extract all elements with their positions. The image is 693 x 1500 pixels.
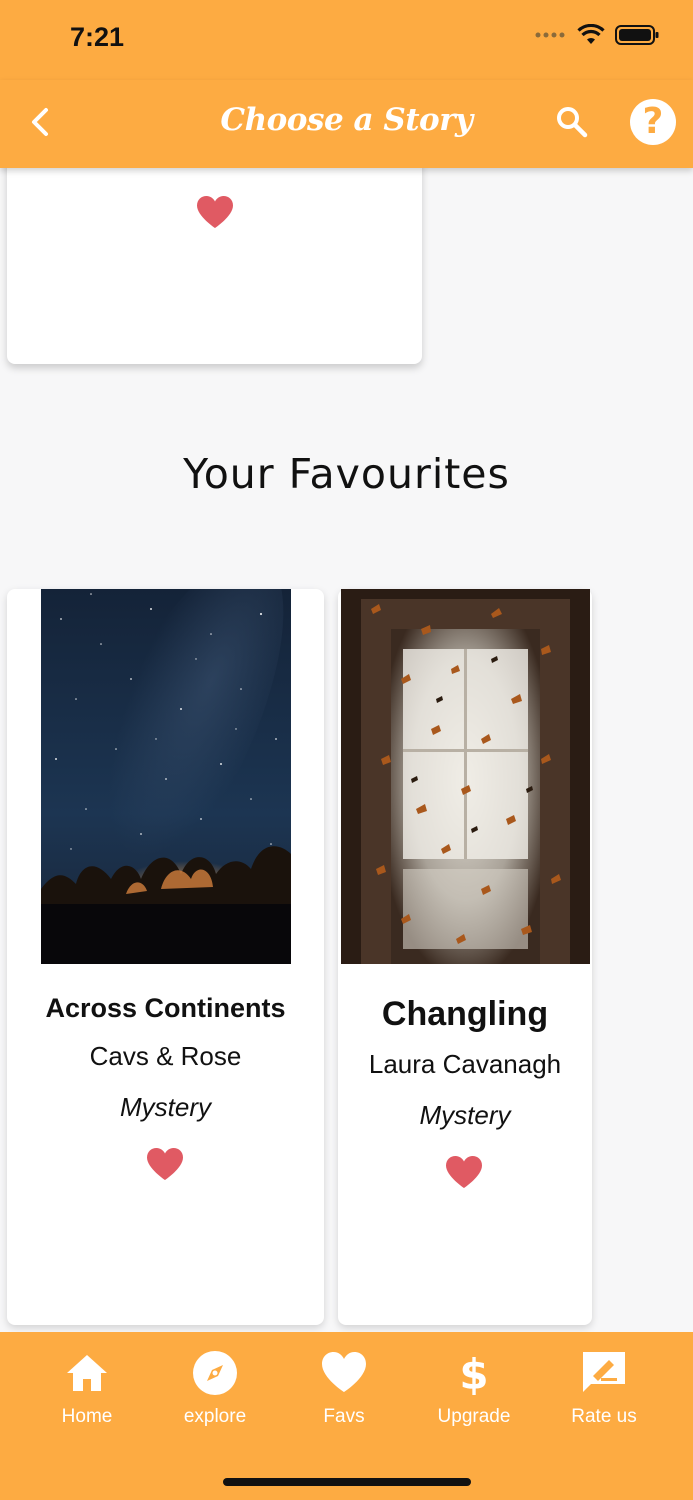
favourite-card[interactable]: Changling Laura Cavanagh Mystery (338, 589, 592, 1325)
story-author: Cavs & Rose (89, 1041, 242, 1071)
signal-icon (535, 32, 565, 38)
status-bar: 7:21 (0, 0, 693, 80)
question-mark-icon: ? (642, 101, 664, 142)
wifi-icon (577, 24, 605, 44)
home-icon (67, 1355, 107, 1391)
heart-icon[interactable] (445, 1155, 483, 1189)
status-icons (535, 24, 659, 46)
dollar-icon: $ (459, 1350, 488, 1396)
story-card[interactable] (7, 150, 422, 364)
help-button[interactable]: ? (630, 99, 676, 145)
compass-icon (193, 1351, 237, 1395)
tab-label: Favs (323, 1406, 365, 1427)
favourite-card[interactable]: Across Continents Cavs & Rose Mystery (7, 589, 324, 1325)
cover-image (41, 589, 291, 964)
story-genre: Mystery (120, 1092, 211, 1122)
status-time: 7:21 (70, 22, 125, 52)
tab-label: Home (61, 1406, 113, 1427)
home-indicator (223, 1478, 471, 1486)
tab-bar: Home explore Favs $ Upgrade Rate us (0, 1332, 693, 1500)
tab-upgrade[interactable]: $ Upgrade (414, 1350, 534, 1428)
story-title: Changling (381, 995, 549, 1033)
tab-label: Rate us (571, 1406, 637, 1427)
story-title: Across Continents (45, 993, 286, 1023)
butterflies-doorway-image (341, 589, 590, 964)
battery-icon (615, 25, 659, 45)
heart-icon[interactable] (196, 195, 234, 229)
nav-bar: Choose a Story ? (0, 80, 693, 168)
cover-image (341, 589, 590, 964)
tab-explore[interactable]: explore (155, 1350, 275, 1428)
tab-label: explore (183, 1406, 247, 1427)
heart-icon (322, 1352, 366, 1392)
story-genre: Mystery (419, 1100, 511, 1130)
svg-text:$: $ (459, 1350, 488, 1396)
tab-rate-us[interactable]: Rate us (544, 1350, 664, 1428)
tab-favs[interactable]: Favs (284, 1350, 404, 1428)
story-author: Laura Cavanagh (368, 1049, 562, 1079)
section-title: Your Favourites (183, 450, 510, 498)
tab-label: Upgrade (437, 1406, 511, 1427)
search-icon (557, 107, 588, 138)
starry-night-sky-image (41, 589, 291, 964)
heart-icon[interactable] (146, 1147, 184, 1181)
tab-home[interactable]: Home (27, 1350, 147, 1428)
search-button[interactable] (552, 102, 592, 142)
rate-icon (583, 1352, 625, 1392)
